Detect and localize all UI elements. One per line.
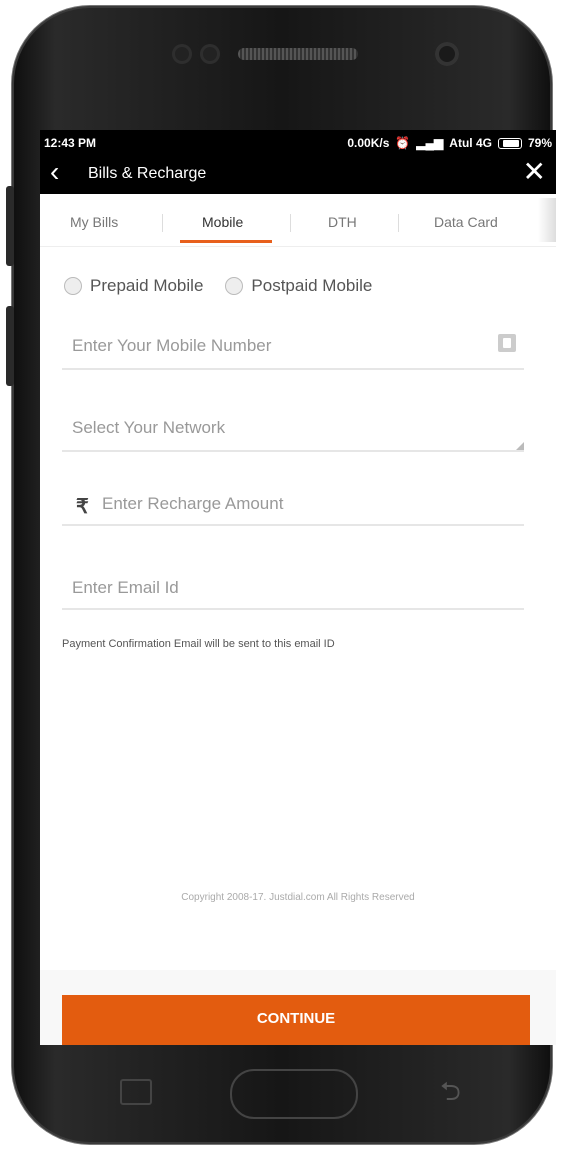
tab-data-card[interactable]: Data Card	[434, 214, 498, 230]
mobile-number-placeholder: Enter Your Mobile Number	[72, 336, 272, 355]
email-field[interactable]: Enter Email Id	[62, 570, 524, 610]
chevron-left-icon[interactable]: ‹	[50, 158, 59, 186]
front-camera-icon	[435, 42, 459, 66]
page-title: Bills & Recharge	[88, 165, 207, 182]
network-placeholder: Select Your Network	[72, 418, 226, 437]
contacts-icon[interactable]	[498, 334, 516, 352]
prepaid-radio[interactable]	[64, 277, 82, 295]
screen: 12:43 PM 0.00K/s ⏰ ▂▄▆ Atul 4G 79% ‹ Bil…	[40, 130, 556, 1045]
carrier-name: Atul 4G	[449, 136, 492, 150]
status-right: 0.00K/s ⏰ ▂▄▆ Atul 4G 79%	[347, 136, 552, 150]
tab-divider	[162, 214, 163, 232]
back-nav-icon[interactable]: ⮌	[440, 1073, 461, 1117]
battery-percent: 79%	[527, 136, 552, 150]
tab-divider	[290, 214, 291, 232]
sensor-icon	[172, 44, 192, 64]
tab-mobile[interactable]: Mobile	[202, 214, 243, 230]
rupee-icon: ₹	[76, 496, 89, 518]
mobile-number-field[interactable]: Enter Your Mobile Number	[62, 326, 524, 370]
earpiece-speaker	[238, 48, 358, 60]
status-time: 12:43 PM	[44, 136, 97, 150]
signal-icon: ▂▄▆	[416, 136, 444, 150]
email-helper-text: Payment Confirmation Email will be sent …	[62, 638, 335, 650]
app-bar: ‹ Bills & Recharge ✕	[40, 154, 556, 194]
active-tab-indicator	[180, 240, 272, 243]
sensor-icon	[200, 44, 220, 64]
alarm-icon: ⏰	[395, 136, 411, 150]
tab-scroll-fade	[538, 198, 556, 242]
continue-button[interactable]: CONTINUE	[62, 995, 530, 1045]
home-button[interactable]	[230, 1069, 358, 1119]
battery-icon	[497, 137, 522, 149]
email-placeholder: Enter Email Id	[72, 578, 179, 597]
network-select[interactable]: Select Your Network	[62, 406, 524, 452]
copyright-text: Copyright 2008-17. Justdial.com All Righ…	[181, 892, 415, 903]
plan-type-radio-group: Prepaid Mobile Postpaid Mobile	[64, 276, 372, 296]
prepaid-label[interactable]: Prepaid Mobile	[90, 276, 203, 296]
volume-button	[6, 186, 14, 266]
power-button	[6, 306, 14, 386]
dropdown-corner-icon	[516, 442, 524, 450]
tab-dth[interactable]: DTH	[328, 214, 357, 230]
amount-placeholder: Enter Recharge Amount	[102, 494, 284, 513]
tab-bar: My Bills Mobile DTH Data Card	[40, 194, 556, 247]
close-icon[interactable]: ✕	[523, 158, 546, 186]
postpaid-label[interactable]: Postpaid Mobile	[251, 276, 372, 296]
recharge-amount-field[interactable]: ₹ Enter Recharge Amount	[62, 486, 524, 526]
status-bar: 12:43 PM 0.00K/s ⏰ ▂▄▆ Atul 4G 79%	[40, 130, 556, 154]
recent-apps-icon[interactable]	[120, 1079, 152, 1105]
postpaid-radio[interactable]	[225, 277, 244, 295]
tab-divider	[398, 214, 399, 232]
network-speed: 0.00K/s	[347, 136, 390, 150]
hardware-nav-bar: ⮌	[12, 1051, 552, 1144]
tab-my-bills[interactable]: My Bills	[70, 214, 118, 230]
